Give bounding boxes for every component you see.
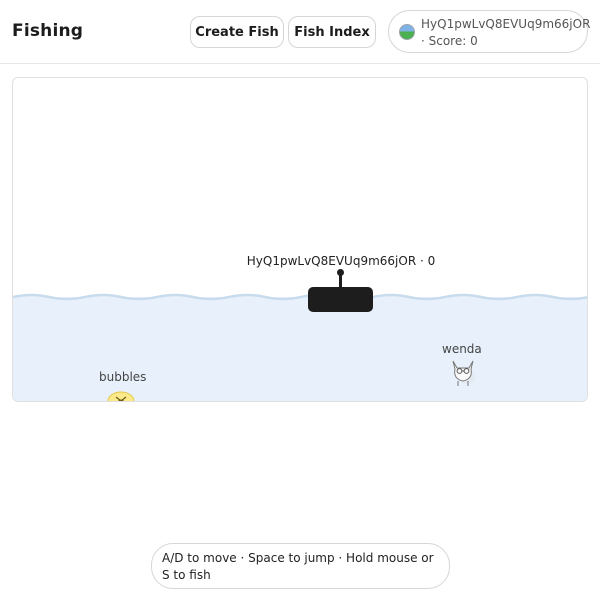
game-canvas[interactable]: HyQ1pwLvQ8EVUq9m66jOR · 0 wenda bubbles [12,77,588,402]
user-name: HyQ1pwLvQ8EVUq9m66jOR [421,17,591,31]
cat-fish-icon [452,360,476,386]
water-surface-wave [13,293,587,304]
player-boat [308,287,373,312]
player-name-label: HyQ1pwLvQ8EVUq9m66jOR · 0 [246,254,436,268]
water-area [13,297,587,401]
controls-hint: A/D to move · Space to jump · Hold mouse… [151,543,450,589]
create-fish-button[interactable]: Create Fish [190,16,284,48]
user-score-pill[interactable]: HyQ1pwLvQ8EVUq9m66jOR · Score: 0 [388,10,591,53]
app-title: Fishing [12,21,84,41]
user-score: · Score: 0 [421,34,478,48]
yellow-fish-icon [107,391,135,401]
fish-label-bubbles: bubbles [99,370,147,384]
fish-index-button[interactable]: Fish Index [288,16,376,48]
globe-avatar-icon [399,24,415,40]
top-bar: Fishing Create Fish Fish Index HyQ1pwLvQ… [0,0,600,64]
fish-label-wenda: wenda [442,342,482,356]
